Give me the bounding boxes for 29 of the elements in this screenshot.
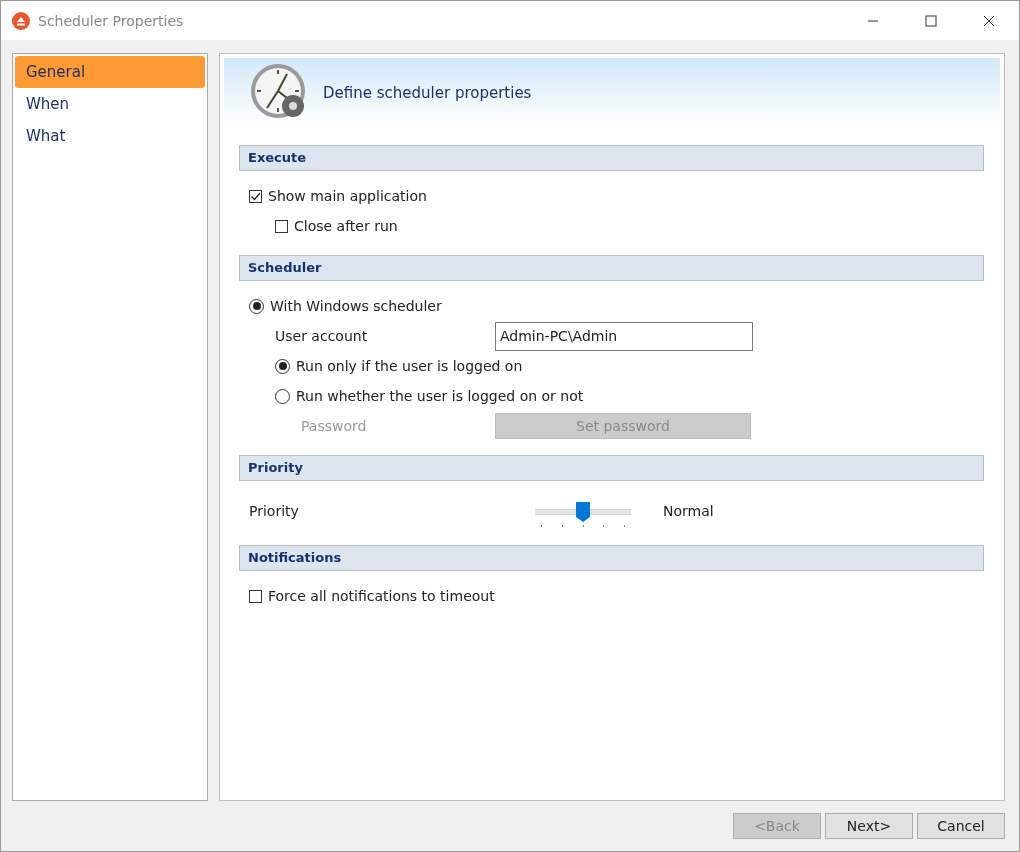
checkbox[interactable] xyxy=(249,589,262,603)
app-icon xyxy=(12,11,30,30)
slider-thumb[interactable] xyxy=(576,502,590,522)
close-icon[interactable] xyxy=(983,14,995,27)
dialog-button[interactable]: Cancel xyxy=(917,813,1005,839)
checkbox-label: Close after run xyxy=(294,218,398,234)
checkbox[interactable] xyxy=(275,219,288,233)
checkbox[interactable] xyxy=(249,189,262,203)
window-title: Scheduler Properties xyxy=(38,12,184,29)
sidebar-item[interactable]: What xyxy=(15,120,205,152)
sidebar-item[interactable]: General xyxy=(15,56,205,88)
section-header: Notifications xyxy=(239,545,984,571)
section-header: Scheduler xyxy=(239,255,984,281)
checkbox-label: Force all notifications to timeout xyxy=(268,588,495,604)
section-header: Priority xyxy=(239,455,984,481)
header-title: Define scheduler properties xyxy=(323,83,532,102)
radio-label: With Windows scheduler xyxy=(270,298,442,314)
section-header: Execute xyxy=(239,145,984,171)
field-label: Password xyxy=(300,418,368,434)
slider-label: Priority xyxy=(249,503,300,519)
slider-reading: Normal xyxy=(663,503,714,519)
dialog-button[interactable]: Next> xyxy=(825,813,913,839)
sidebar-item[interactable]: When xyxy=(15,88,205,120)
maximize-icon[interactable] xyxy=(925,14,937,27)
radio-label: Run only if the user is logged on xyxy=(296,358,523,374)
radio-label: Run whether the user is logged on or not xyxy=(296,388,584,404)
input-field[interactable]: Admin-PC\Admin xyxy=(495,321,753,351)
checkbox-label: Show main application xyxy=(268,188,427,204)
field-label: User account xyxy=(275,328,369,344)
